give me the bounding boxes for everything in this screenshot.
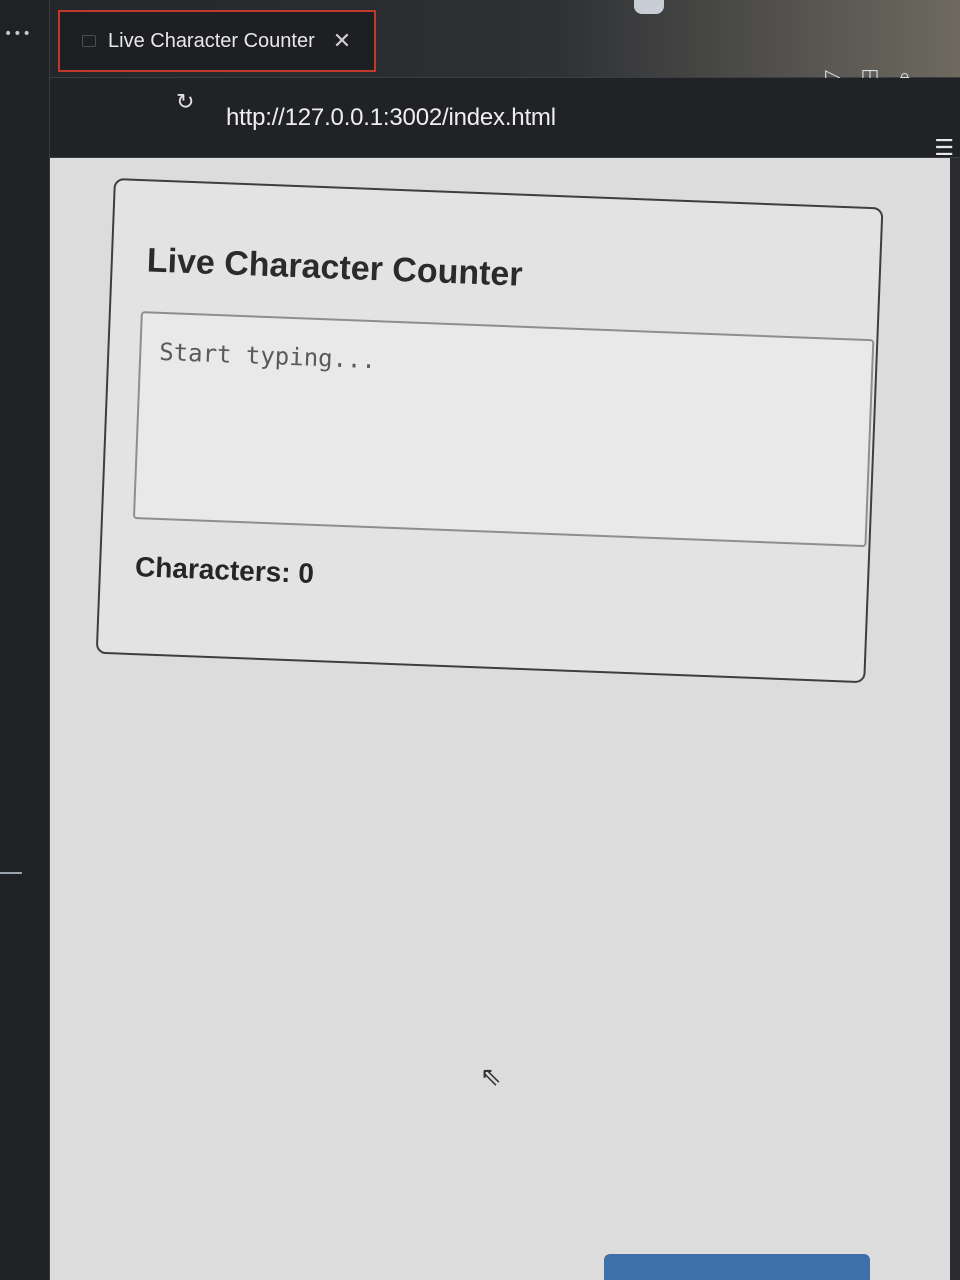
reload-icon[interactable]: ↻ (176, 90, 194, 115)
url-field[interactable]: http://127.0.0.1:3002/index.html (226, 104, 556, 132)
tab-live-character-counter[interactable]: Live Character Counter ✕ (58, 10, 376, 72)
editor-gutter: ••• (0, 0, 50, 1280)
character-count: Characters: 0 (134, 551, 315, 589)
address-bar: ↻ http://127.0.0.1:3002/index.html ☰ (50, 78, 960, 161)
more-dots-icon[interactable]: ••• (4, 26, 32, 42)
page-title: Live Character Counter (146, 241, 524, 294)
tab-bar: Live Character Counter ✕ ▷ ◫ 🔒︎ … (50, 0, 960, 88)
preview-viewport: Live Character Counter Characters: 0 ⇖ (50, 158, 950, 1280)
counter-card: Live Character Counter Characters: 0 (95, 178, 884, 684)
text-input[interactable] (132, 311, 875, 548)
close-icon[interactable]: ✕ (333, 29, 351, 54)
gutter-divider (0, 872, 22, 874)
mouse-cursor-icon: ⇖ (480, 1062, 502, 1092)
file-icon (82, 35, 96, 47)
bottom-action-button[interactable] (604, 1254, 870, 1280)
scroll-marker (634, 0, 664, 14)
tab-title: Live Character Counter (108, 29, 315, 52)
